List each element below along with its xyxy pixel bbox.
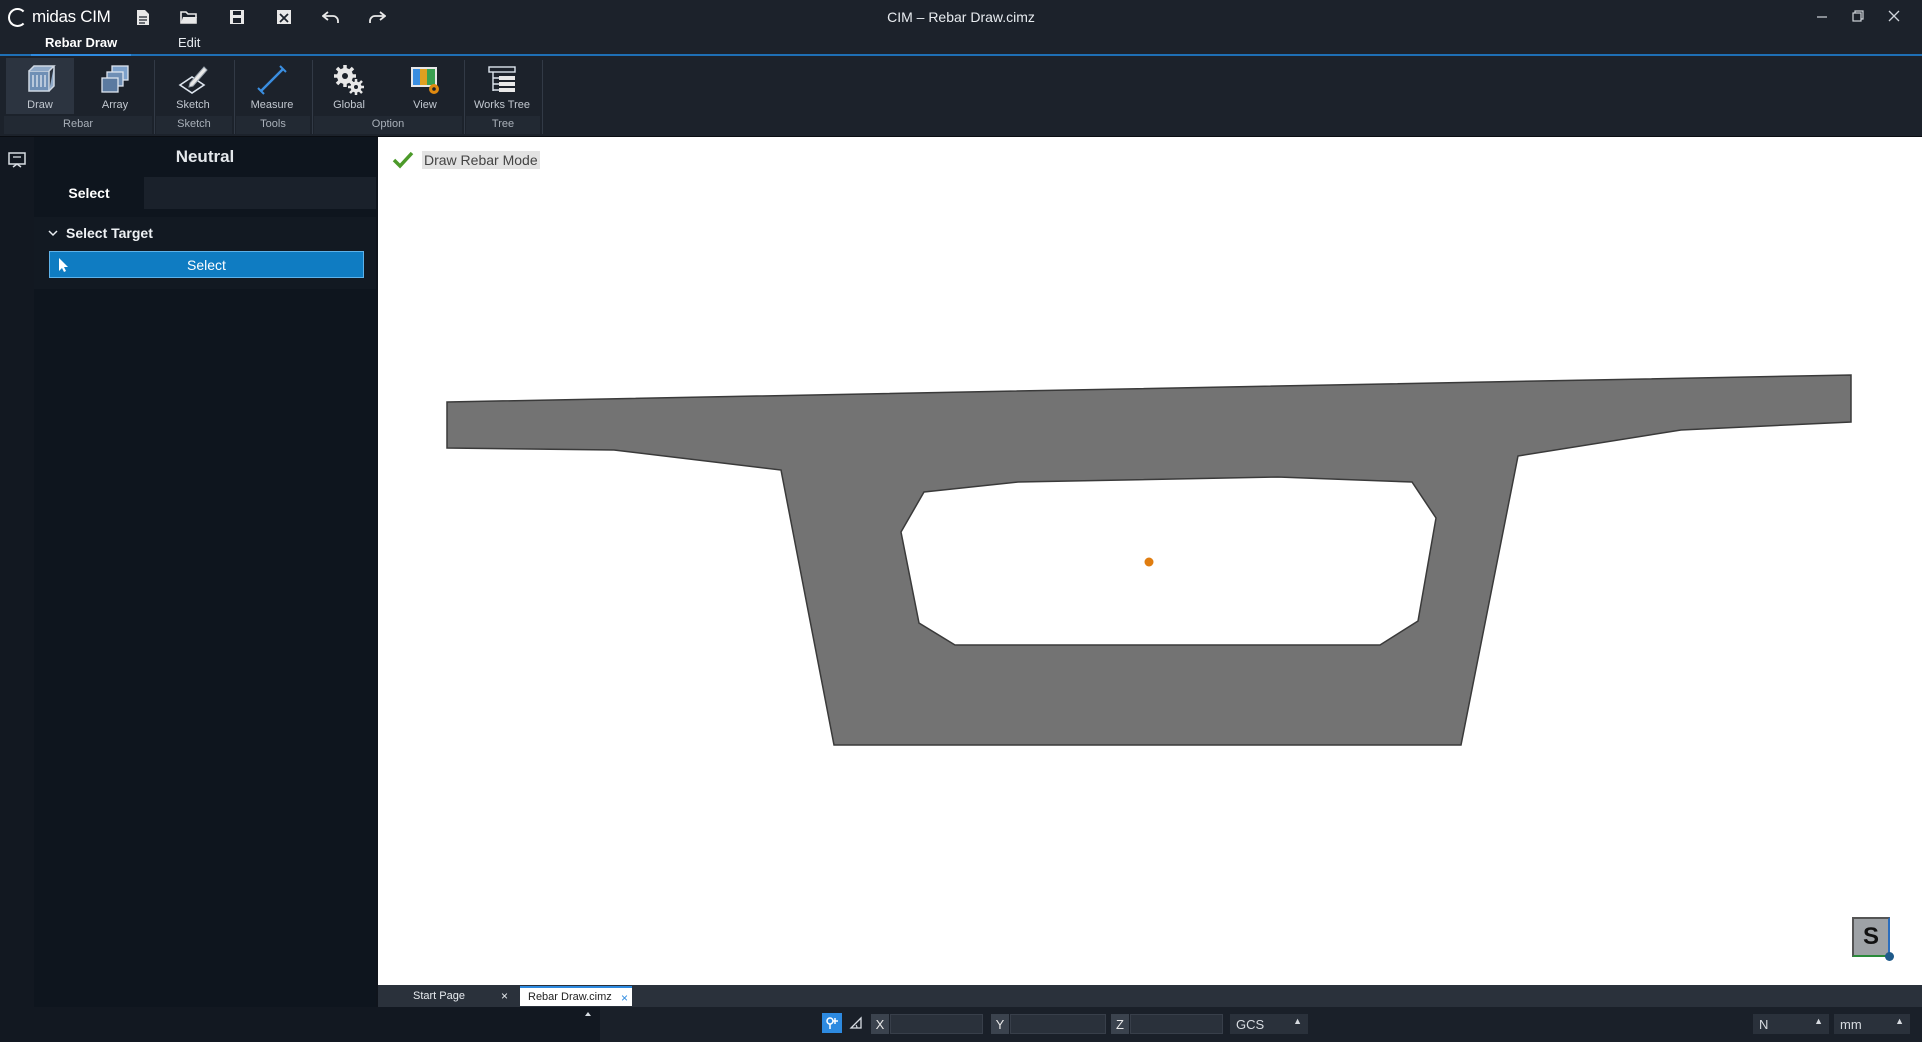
group-tree-label: Tree xyxy=(491,118,515,130)
draw-button[interactable]: Draw xyxy=(6,58,74,114)
menu-bar: Rebar Draw Edit xyxy=(0,34,1922,56)
tab-rebar-draw[interactable]: Rebar Draw xyxy=(30,35,132,56)
view-settings-icon xyxy=(411,67,439,94)
minimize-icon[interactable] xyxy=(1804,4,1840,28)
measure-button-label: Measure xyxy=(250,99,294,111)
length-unit-value: mm xyxy=(1840,1016,1862,1032)
panel-title: Neutral xyxy=(175,147,235,166)
group-option-label: Option xyxy=(371,118,405,130)
doc-tab-rebar-draw[interactable]: Rebar Draw.cimz × xyxy=(520,986,632,1006)
coordinate-system-select[interactable]: GCS ▲ xyxy=(1230,1014,1308,1034)
x-label: X xyxy=(871,1014,889,1034)
global-button[interactable]: Global xyxy=(314,58,384,114)
tab-select[interactable]: Select xyxy=(34,177,144,209)
measure-button[interactable]: Measure xyxy=(236,58,308,114)
status-message-area xyxy=(0,1007,600,1042)
ribbon-separator xyxy=(234,60,235,134)
array-icon xyxy=(101,65,129,93)
cross-section-canvas xyxy=(446,374,1852,746)
chevron-down-icon xyxy=(48,230,58,237)
navigation-cube[interactable]: S xyxy=(1852,917,1894,961)
task-panel: Neutral Select Select Target Select xyxy=(34,137,376,1007)
group-sketch-label: Sketch xyxy=(177,118,211,130)
section-header[interactable]: Select Target xyxy=(48,225,153,241)
caret-up-icon: ▲ xyxy=(1895,1016,1904,1026)
sketch-button-label: Sketch xyxy=(176,99,210,111)
sketch-button[interactable]: Sketch xyxy=(158,58,228,114)
panel-toggle-icon[interactable] xyxy=(8,151,26,169)
sketch-icon xyxy=(178,66,208,94)
view-button-label: View xyxy=(413,99,437,111)
x-coordinate-input[interactable] xyxy=(890,1014,983,1034)
origin-point[interactable] xyxy=(1144,557,1154,567)
cursor-icon xyxy=(59,258,68,272)
force-unit-value: N xyxy=(1759,1016,1769,1032)
works-tree-button[interactable]: Works Tree xyxy=(466,58,538,114)
document-tabs: Start Page × Rebar Draw.cimz × xyxy=(378,985,1922,1007)
title-bar: midas CIM CIM – Rebar Draw.cimz xyxy=(0,0,1922,34)
ribbon-separator xyxy=(312,60,313,134)
group-rebar-label: Rebar xyxy=(63,118,93,130)
restore-icon[interactable] xyxy=(1840,4,1876,28)
close-tab-icon[interactable]: × xyxy=(621,991,628,1005)
measure-icon xyxy=(257,65,287,95)
tree-icon xyxy=(488,66,516,92)
group-tools-label: Tools xyxy=(260,118,286,130)
ribbon: Draw Array Sketch Measure Global View Wo… xyxy=(0,56,1922,137)
global-button-label: Global xyxy=(333,99,365,111)
array-button-label: Array xyxy=(101,99,129,111)
works-tree-button-label: Works Tree xyxy=(473,99,531,111)
section-title: Select Target xyxy=(66,225,153,241)
close-tab-icon[interactable]: × xyxy=(501,989,508,1003)
array-button[interactable]: Array xyxy=(80,58,150,114)
navcube-axis-dot xyxy=(1885,952,1894,961)
model-viewport[interactable]: Draw Rebar Mode S xyxy=(378,137,1922,985)
coordinate-system-value: GCS xyxy=(1236,1016,1265,1032)
caret-up-icon: ▲ xyxy=(1293,1016,1302,1026)
y-label: Y xyxy=(991,1014,1009,1034)
panel-tabs: Select xyxy=(34,177,376,209)
gear-icon xyxy=(334,65,364,95)
y-coordinate-input[interactable] xyxy=(1010,1014,1106,1034)
ribbon-separator xyxy=(542,60,543,134)
doc-tab-label: Start Page xyxy=(413,990,465,1002)
select-target-section: Select Target Select xyxy=(34,217,376,289)
z-label: Z xyxy=(1111,1014,1129,1034)
ribbon-separator xyxy=(154,60,155,134)
draw-rebar-icon xyxy=(28,65,56,92)
draw-button-label: Draw xyxy=(27,99,53,111)
status-bar: X Y Z GCS ▲ N ▲ mm ▲ xyxy=(0,1007,1922,1042)
ribbon-separator xyxy=(464,60,465,134)
close-window-icon[interactable] xyxy=(1876,4,1912,28)
navcube-label: S xyxy=(1862,923,1879,950)
select-button[interactable]: Select xyxy=(49,251,364,278)
force-unit-select[interactable]: N ▲ xyxy=(1753,1014,1829,1034)
chevron-up-icon[interactable] xyxy=(584,1011,592,1017)
caret-up-icon: ▲ xyxy=(1814,1016,1823,1026)
tab-edit[interactable]: Edit xyxy=(178,35,200,53)
angle-snap-icon[interactable] xyxy=(846,1013,866,1033)
snap-icon[interactable] xyxy=(822,1013,842,1033)
length-unit-select[interactable]: mm ▲ xyxy=(1834,1014,1910,1034)
select-button-label: Select xyxy=(187,256,226,273)
doc-tab-label: Rebar Draw.cimz xyxy=(528,991,612,1003)
z-coordinate-input[interactable] xyxy=(1130,1014,1223,1034)
doc-tab-start-page[interactable]: Start Page × xyxy=(400,986,512,1006)
window-title: CIM – Rebar Draw.cimz xyxy=(887,9,1035,25)
left-rail xyxy=(0,137,35,1007)
view-button[interactable]: View xyxy=(390,58,460,114)
